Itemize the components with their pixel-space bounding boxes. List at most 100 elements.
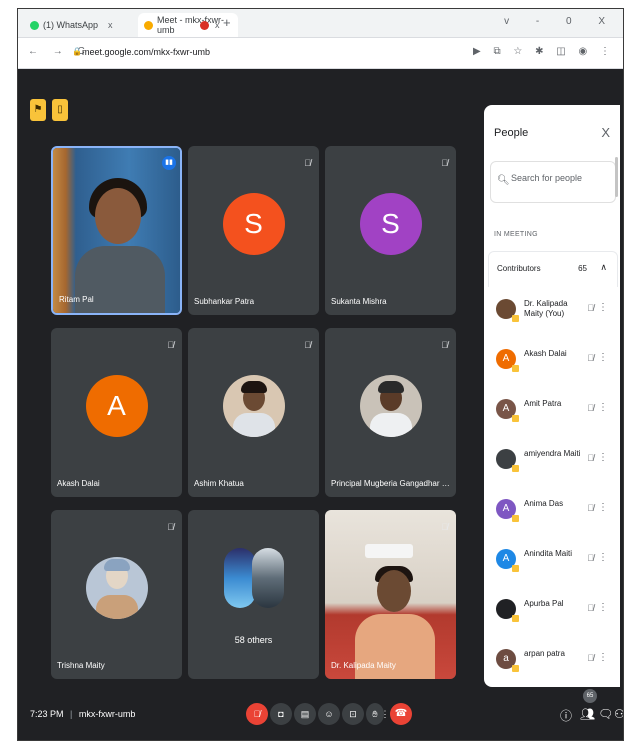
end-call-button[interactable]: ☎ <box>390 703 412 725</box>
tab-whatsapp[interactable]: (1) WhatsApp x <box>30 13 135 37</box>
person-name: Amit Patra <box>524 399 562 408</box>
list-item[interactable]: amiyendra Maiti 🎙̸ ⋮ <box>488 437 618 487</box>
address-bar: ← → C 🔒 meet.google.com/mkx-fxwr-umb ▶ ⧉… <box>18 38 623 69</box>
chevron-up-icon[interactable]: ∧ <box>600 262 607 273</box>
avatar: S <box>359 192 422 255</box>
mic-off-icon[interactable]: 🎙̸ <box>587 553 594 563</box>
mic-off-icon[interactable]: 🎙̸ <box>587 303 594 313</box>
browser-toolbar-icons[interactable]: ▶ ⧉ ☆ ✱ ◫ ◉ ⋮ <box>473 46 615 57</box>
role-badge <box>512 565 519 572</box>
camera-toggle-button[interactable]: ◘ <box>270 703 292 725</box>
avatar: S <box>222 192 285 255</box>
info-icon[interactable]: ⓘ <box>560 707 572 724</box>
participant-name: Dr. Kalipada Maity <box>331 661 396 670</box>
avatar <box>359 374 422 437</box>
tile-principal[interactable]: 🎙̸ Principal Mugberia Gangadhar Mahavidy… <box>325 328 456 497</box>
search-box[interactable]: 🔍︎ <box>490 161 616 203</box>
more-options-icon[interactable]: ⋮ <box>598 352 608 363</box>
role-badge <box>512 415 519 422</box>
new-tab-button[interactable]: + <box>223 15 231 30</box>
tile-others[interactable]: 58 others <box>188 510 319 679</box>
close-icon[interactable]: X <box>601 125 610 140</box>
participant-name: Ritam Pal <box>59 295 94 304</box>
list-item[interactable]: Apurba Pal 🎙̸ ⋮ <box>488 587 618 637</box>
person-name: amiyendra Maiti <box>524 449 581 458</box>
people-panel: People X 🔍︎ IN MEETING Contributors 65 ∧… <box>484 105 620 687</box>
lock-icon[interactable]: 🔒 <box>72 47 82 56</box>
mic-off-icon: 🎙̸ <box>167 340 174 350</box>
tile-akash-dalai[interactable]: 🎙̸ A Akash Dalai <box>51 328 182 497</box>
tile-kalipada-maity[interactable]: 🎙̸ Dr. Kalipada Maity <box>325 510 456 679</box>
more-options-icon[interactable]: ⋮ <box>598 602 608 613</box>
more-options-icon[interactable]: ⋮ <box>598 302 608 313</box>
others-avatars <box>223 548 284 608</box>
list-item[interactable]: A Akash Dalai 🎙̸ ⋮ <box>488 337 618 387</box>
participant-name: Ashim Khatua <box>194 479 244 488</box>
person-name: Anima Das <box>524 499 564 508</box>
tile-subhankar-patra[interactable]: 🎙̸ S Subhankar Patra <box>188 146 319 315</box>
more-options-icon[interactable]: ⋮ <box>598 452 608 463</box>
mic-off-icon: 🎙̸ <box>167 522 174 532</box>
tab-recording[interactable]: x <box>200 13 224 37</box>
panel-title: People <box>494 127 529 139</box>
search-icon: 🔍︎ <box>497 175 510 186</box>
people-icon[interactable]: 👥︎ <box>580 707 595 721</box>
mic-off-icon[interactable]: 🎙̸ <box>587 603 594 613</box>
list-item[interactable]: Dr. Kalipada Maity (You) 🎙̸ ⋮ <box>488 287 618 337</box>
list-item[interactable]: A Anindita Maiti 🎙̸ ⋮ <box>488 537 618 587</box>
person-name: Apurba Pal <box>524 599 564 608</box>
captions-button[interactable]: ▤ <box>294 703 316 725</box>
url-text[interactable]: meet.google.com/mkx-fxwr-umb <box>82 47 210 57</box>
participant-name: Sukanta Mishra <box>331 297 387 306</box>
avatar <box>222 374 285 437</box>
emoji-button[interactable]: ☺ <box>318 703 340 725</box>
more-options-icon[interactable]: ⋮ <box>598 652 608 663</box>
close-tab-icon[interactable]: x <box>108 20 113 30</box>
role-badge <box>512 365 519 372</box>
list-item[interactable]: A Anima Das 🎙̸ ⋮ <box>488 487 618 537</box>
mic-off-icon[interactable]: 🎙̸ <box>587 403 594 413</box>
participant-name: Principal Mugberia Gangadhar Mahavidyala… <box>331 479 456 488</box>
list-item[interactable]: a arpan patra 🎙̸ ⋮ <box>488 637 618 687</box>
search-input[interactable] <box>509 172 613 184</box>
info-icon[interactable]: ▯ <box>52 99 68 121</box>
more-options-icon[interactable]: ⋮ <box>598 502 608 513</box>
avatar <box>85 556 148 619</box>
mic-toggle-button[interactable]: 🎙̸ <box>246 703 268 725</box>
participant-count-badge: 65 <box>583 689 597 703</box>
mic-off-icon[interactable]: 🎙̸ <box>587 653 594 663</box>
chat-icon[interactable]: 🗨︎ <box>598 707 613 721</box>
tile-ashim-khatua[interactable]: 🎙̸ Ashim Khatua <box>188 328 319 497</box>
window-controls[interactable]: v - 0 X <box>504 16 617 27</box>
section-header: IN MEETING <box>494 231 538 238</box>
meeting-code: mkx-fxwr-umb <box>78 709 136 719</box>
tab-label: (1) WhatsApp <box>43 20 99 30</box>
role-badge <box>512 615 519 622</box>
present-button[interactable]: ⊡ <box>342 703 364 725</box>
participant-name: Trishna Maity <box>57 661 105 670</box>
person-name: Anindita Maiti <box>524 549 573 558</box>
video-feed <box>325 510 456 679</box>
meet-stage: ⚑ ▯ ▮▮ Ritam Pal 🎙̸ S Subhankar Patra 🎙̸… <box>18 69 623 740</box>
person-name: Dr. Kalipada Maity (You) <box>524 299 568 318</box>
contributors-label: Contributors <box>497 264 541 273</box>
activity-icon[interactable]: ⚑ <box>30 99 46 121</box>
mic-off-icon: 🎙̸ <box>304 340 311 350</box>
role-badge <box>512 665 519 672</box>
person-name: Akash Dalai <box>524 349 567 358</box>
tile-sukanta-mishra[interactable]: 🎙̸ S Sukanta Mishra <box>325 146 456 315</box>
scrollbar[interactable] <box>615 157 618 197</box>
more-options-icon[interactable]: ⋮ <box>598 552 608 563</box>
mic-off-icon[interactable]: 🎙̸ <box>587 503 594 513</box>
tile-ritam-pal[interactable]: ▮▮ Ritam Pal <box>51 146 182 315</box>
more-options-icon[interactable]: ⋮ <box>598 402 608 413</box>
mic-off-icon[interactable]: 🎙̸ <box>587 353 594 363</box>
tile-trishna-maity[interactable]: 🎙̸ Trishna Maity <box>51 510 182 679</box>
close-tab-icon[interactable]: x <box>215 20 220 30</box>
activities-icon[interactable]: ⚇ <box>614 707 623 721</box>
mic-off-icon[interactable]: 🎙̸ <box>587 453 594 463</box>
meet-icon <box>144 20 153 30</box>
contributors-header[interactable]: Contributors 65 ∧ <box>488 251 618 287</box>
browser-tab-bar: (1) WhatsApp x Meet - mkx-fxwr-umb x + v… <box>18 9 623 38</box>
list-item[interactable]: A Amit Patra 🎙̸ ⋮ <box>488 387 618 437</box>
